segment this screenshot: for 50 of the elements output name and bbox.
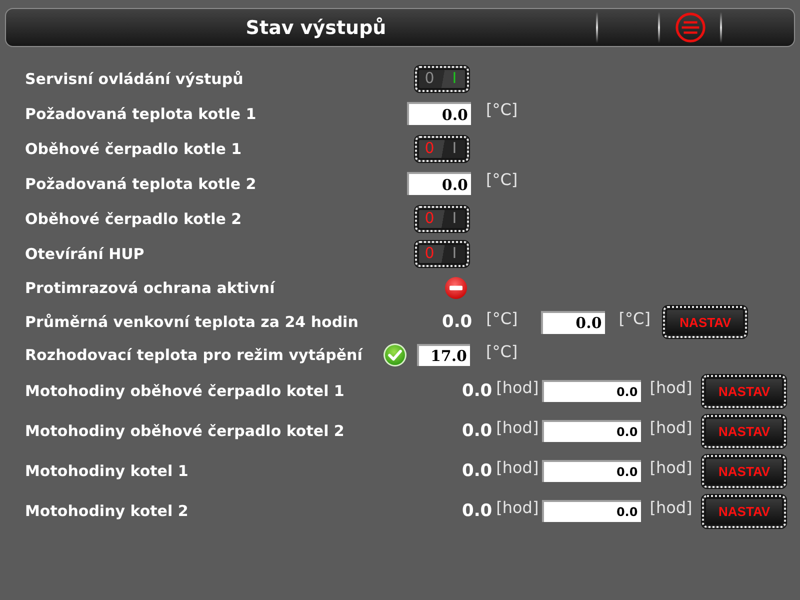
unit-label: [hod]: [650, 498, 692, 516]
unit-label: [hod]: [496, 458, 539, 476]
unit-label: [°C]: [486, 100, 518, 119]
row-label: Požadovaná teplota kotle 1: [25, 104, 256, 122]
value-field[interactable]: 0.0: [542, 420, 641, 442]
toggle-switch[interactable]: 0 I: [415, 136, 469, 162]
reading-value: 0.0: [462, 461, 492, 481]
reading-value: 0.0: [462, 501, 492, 521]
value-field[interactable]: 17.0: [417, 344, 470, 366]
value-field[interactable]: 0.0: [542, 500, 641, 522]
reading-value: 0.0: [462, 421, 492, 441]
value-field[interactable]: 0.0: [407, 172, 471, 195]
row-label: Požadovaná teplota kotle 2: [25, 174, 256, 192]
set-button[interactable]: NASTAV: [702, 414, 786, 448]
row-label: Motohodiny kotel 2: [25, 502, 188, 520]
set-button[interactable]: NASTAV: [702, 454, 786, 488]
unit-label: [hod]: [496, 418, 539, 436]
row-label: Rozhodovací teplota pro režim vytápění: [25, 346, 362, 364]
row-label: Servisní ovládání výstupů: [25, 70, 244, 88]
value-field[interactable]: 0.0: [540, 310, 605, 334]
unit-label: [hod]: [496, 378, 539, 396]
unit-label: [hod]: [650, 458, 692, 476]
row-label: Otevírání HUP: [25, 244, 144, 262]
value-field[interactable]: 0.0: [407, 102, 471, 125]
value-field[interactable]: 0.0: [542, 380, 641, 402]
toggle-switch[interactable]: 0 I: [415, 66, 469, 92]
reading-value: 0.0: [442, 312, 472, 332]
set-button[interactable]: NASTAV: [702, 374, 786, 408]
unit-label: [°C]: [486, 170, 518, 189]
unit-label: [°C]: [486, 308, 518, 328]
row-label: Protimrazová ochrana aktivní: [25, 279, 275, 297]
reading-value: 0.0: [462, 381, 492, 401]
toggle-switch[interactable]: 0 I: [415, 240, 469, 266]
unit-label: [°C]: [486, 342, 518, 360]
unit-label: [°C]: [618, 308, 650, 328]
row-label: Průměrná venkovní teplota za 24 hodin: [25, 313, 358, 331]
row-label: Motohodiny oběhové čerpadlo kotel 1: [25, 382, 344, 400]
unit-label: [hod]: [650, 418, 692, 436]
row-label: Motohodiny kotel 1: [25, 462, 188, 480]
menu-icon[interactable]: [674, 12, 706, 43]
set-button[interactable]: NASTAV: [663, 306, 748, 338]
row-label: Oběhové čerpadlo kotle 1: [25, 140, 242, 158]
page-title: Stav výstupů: [246, 16, 386, 38]
value-field[interactable]: 0.0: [542, 460, 641, 482]
unit-label: [hod]: [650, 378, 692, 396]
row-label: Motohodiny oběhové čerpadlo kotel 2: [25, 422, 344, 440]
set-button[interactable]: NASTAV: [702, 494, 786, 528]
row-label: Oběhové čerpadlo kotle 2: [25, 210, 242, 228]
toggle-switch[interactable]: 0 I: [415, 206, 469, 232]
unit-label: [hod]: [496, 498, 539, 516]
